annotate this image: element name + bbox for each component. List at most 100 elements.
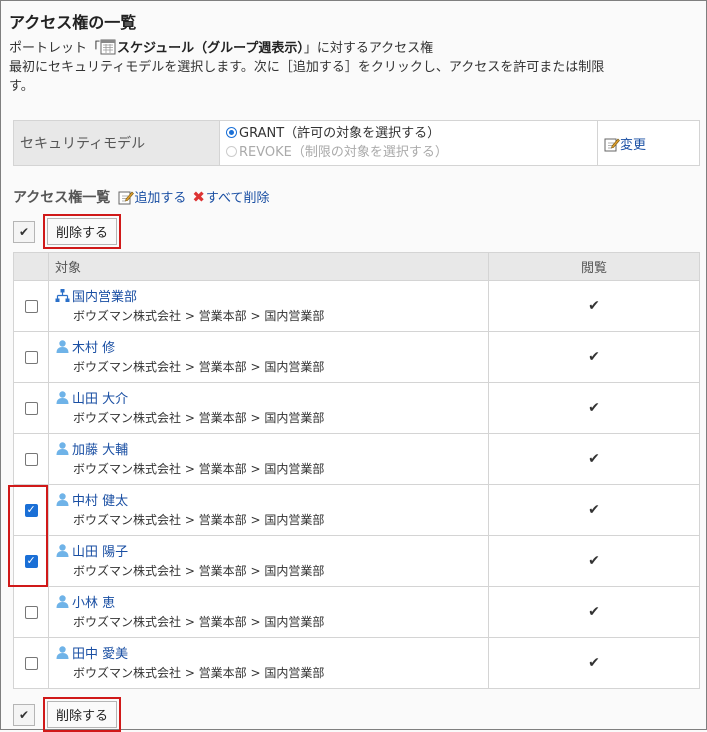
row-checkbox-cell (13, 382, 49, 434)
user-icon (55, 594, 70, 609)
target-path: ボウズマン株式会社 > 営業本部 > 国内営業部 (73, 614, 325, 629)
view-permission-cell: ✔ (488, 535, 700, 587)
target-path: ボウズマン株式会社 > 営業本部 > 国内営業部 (73, 563, 325, 578)
row-checkbox[interactable] (24, 656, 38, 670)
description-line-1: ポートレット「 スケジュール（グループ週表示）」に対するアクセス権 (9, 37, 433, 56)
target-path: ボウズマン株式会社 > 営業本部 > 国内営業部 (73, 410, 325, 425)
highlight-box: 削除する (43, 214, 122, 249)
row-checkbox[interactable] (24, 350, 38, 364)
table-row: 木村 修ボウズマン株式会社 > 営業本部 > 国内営業部 ✔ (13, 331, 700, 383)
table-row: 山田 大介ボウズマン株式会社 > 営業本部 > 国内営業部 ✔ (13, 382, 700, 434)
target-name-link[interactable]: 加藤 大輔 (72, 443, 128, 458)
view-permission-cell: ✔ (488, 637, 700, 689)
table-row: 山田 陽子ボウズマン株式会社 > 営業本部 > 国内営業部 ✔ (13, 535, 700, 587)
highlight-box (8, 485, 48, 587)
description-line-2: 最初にセキュリティモデルを選択します。次に［追加する］をクリックし、アクセスを許… (9, 60, 605, 75)
table-row: 中村 健太ボウズマン株式会社 > 営業本部 > 国内営業部 ✔ (13, 484, 700, 536)
revoke-radio (226, 146, 237, 157)
delete-button[interactable]: 削除する (47, 701, 118, 728)
security-model-action: 変更 (597, 120, 700, 166)
view-permission-cell: ✔ (488, 331, 700, 383)
page-title: アクセス権の一覧 (9, 13, 137, 32)
desc-suffix: 」に対するアクセス権 (303, 41, 434, 56)
edit-icon (604, 136, 620, 152)
view-check-icon: ✔ (588, 298, 600, 314)
target-path: ボウズマン株式会社 > 営業本部 > 国内営業部 (73, 665, 325, 680)
target-name-link[interactable]: 木村 修 (72, 341, 115, 356)
table-row: 小林 恵ボウズマン株式会社 > 営業本部 > 国内営業部 ✔ (13, 586, 700, 638)
user-icon (55, 390, 70, 405)
row-checkbox[interactable] (24, 605, 38, 619)
grant-radio[interactable] (226, 127, 237, 138)
grant-option[interactable]: GRANT（許可の対象を選択する） (226, 124, 591, 143)
user-icon (55, 492, 70, 507)
user-icon (55, 339, 70, 354)
desc-prefix: ポートレット「 (9, 41, 101, 56)
target-name-link[interactable]: 国内営業部 (72, 290, 137, 305)
description-line-3: す。 (9, 79, 34, 94)
table-row: 田中 愛美ボウズマン株式会社 > 営業本部 > 国内営業部 ✔ (13, 637, 700, 689)
target-name-link[interactable]: 山田 陽子 (72, 545, 128, 560)
target-cell: 木村 修ボウズマン株式会社 > 営業本部 > 国内営業部 (48, 331, 489, 383)
access-table: 対象 閲覧 国内営業部 ボウズマン株式会社 > 営業本部 > 国内営業部 ✔ 木村 修… (13, 252, 700, 689)
row-checkbox[interactable] (24, 452, 38, 466)
view-check-icon: ✔ (588, 349, 600, 365)
target-column-header: 対象 (48, 252, 489, 281)
grant-label: GRANT（許可の対象を選択する） (239, 126, 441, 141)
target-cell: 小林 恵ボウズマン株式会社 > 営業本部 > 国内営業部 (48, 586, 489, 638)
view-permission-cell: ✔ (488, 433, 700, 485)
row-checkbox[interactable] (24, 401, 38, 415)
view-check-icon: ✔ (588, 400, 600, 416)
delete-x-icon: ✖ (192, 188, 205, 206)
change-label: 変更 (620, 137, 647, 153)
target-name-link[interactable]: 中村 健太 (72, 494, 128, 509)
view-check-icon: ✔ (588, 604, 600, 620)
highlight-box: 削除する (43, 697, 122, 732)
view-permission-cell: ✔ (488, 586, 700, 638)
row-checkbox-cell (13, 637, 49, 689)
target-name-link[interactable]: 小林 恵 (72, 596, 115, 611)
view-permission-cell: ✔ (488, 484, 700, 536)
target-cell: 中村 健太ボウズマン株式会社 > 営業本部 > 国内営業部 (48, 484, 489, 536)
target-name-link[interactable]: 山田 大介 (72, 392, 128, 407)
change-link[interactable]: 変更 (604, 138, 646, 153)
user-icon (55, 543, 70, 558)
edit-icon (118, 189, 135, 205)
user-icon (55, 645, 70, 660)
organization-icon (55, 288, 70, 303)
select-column-header (13, 252, 49, 281)
target-path: ボウズマン株式会社 > 営業本部 > 国内営業部 (73, 461, 325, 476)
row-checkbox-cell (13, 586, 49, 638)
view-permission-cell: ✔ (488, 280, 700, 332)
security-model-label: セキュリティモデル (13, 120, 220, 166)
view-check-icon: ✔ (588, 451, 600, 467)
target-name-link[interactable]: 田中 愛美 (72, 647, 128, 662)
portlet-name: スケジュール（グループ週表示） (117, 41, 304, 56)
view-check-icon: ✔ (588, 553, 600, 569)
target-path: ボウズマン株式会社 > 営業本部 > 国内営業部 (73, 512, 325, 527)
view-check-icon: ✔ (588, 655, 600, 671)
delete-button[interactable]: 削除する (47, 218, 118, 245)
table-row: 国内営業部 ボウズマン株式会社 > 営業本部 > 国内営業部 ✔ (13, 280, 700, 332)
add-link[interactable]: 追加する (118, 191, 186, 206)
row-checkbox[interactable] (24, 299, 38, 313)
row-checkbox-cell (13, 280, 49, 332)
view-permission-cell: ✔ (488, 382, 700, 434)
bulk-actions-bottom: ✔ 削除する (13, 697, 122, 732)
revoke-label: REVOKE（制限の対象を選択する） (239, 145, 448, 160)
select-all-toggle[interactable]: ✔ (13, 220, 35, 243)
delete-all-link[interactable]: ✖すべて削除 (186, 188, 270, 206)
view-column-header: 閲覧 (488, 252, 700, 281)
user-icon (55, 441, 70, 456)
target-cell: 山田 大介ボウズマン株式会社 > 営業本部 > 国内営業部 (48, 382, 489, 434)
target-cell: 加藤 大輔ボウズマン株式会社 > 営業本部 > 国内営業部 (48, 433, 489, 485)
target-cell: 国内営業部 ボウズマン株式会社 > 営業本部 > 国内営業部 (48, 280, 489, 332)
row-checkbox-cell (13, 331, 49, 383)
select-all-toggle[interactable]: ✔ (13, 703, 35, 726)
access-table-body: 国内営業部 ボウズマン株式会社 > 営業本部 > 国内営業部 ✔ 木村 修ボウズマン株… (13, 280, 700, 689)
view-check-icon: ✔ (588, 502, 600, 518)
delete-all-label: すべて削除 (205, 191, 270, 206)
table-row: 加藤 大輔ボウズマン株式会社 > 営業本部 > 国内営業部 ✔ (13, 433, 700, 485)
security-model-options: GRANT（許可の対象を選択する） REVOKE（制限の対象を選択する） (219, 120, 598, 166)
row-checkbox-cell (13, 433, 49, 485)
